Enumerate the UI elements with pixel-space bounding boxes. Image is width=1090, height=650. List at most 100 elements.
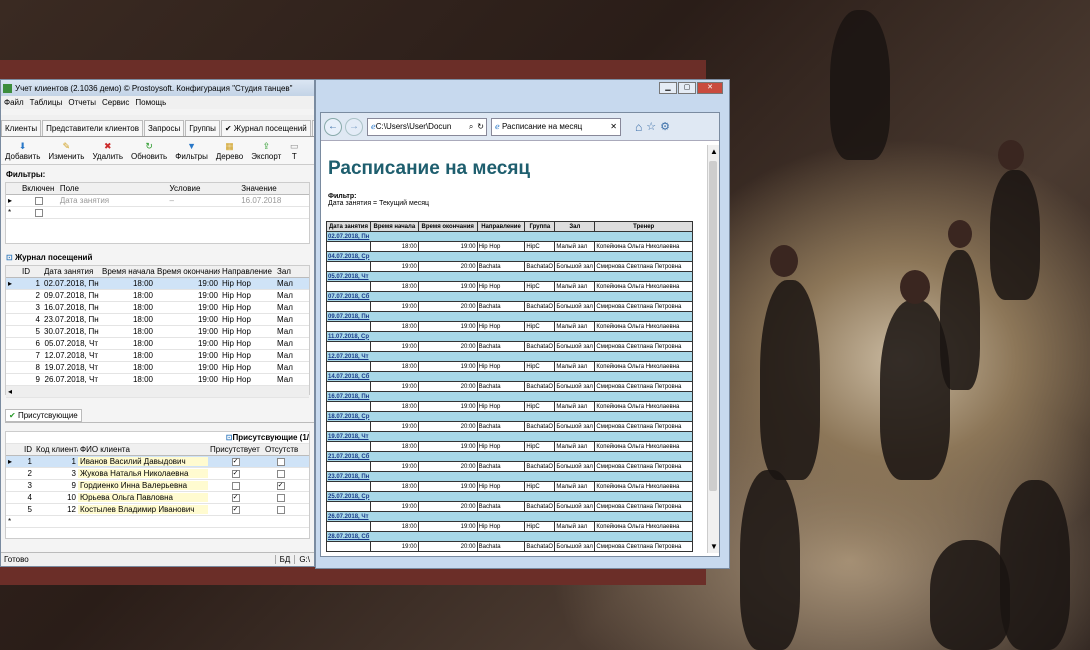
refresh-icon[interactable]: ↻: [475, 122, 486, 131]
т-button[interactable]: ▭ Т: [285, 141, 303, 161]
экспорт-button[interactable]: ⇪ Экспорт: [247, 141, 285, 161]
absent-checkbox[interactable]: ✓: [276, 481, 285, 490]
journal-col[interactable]: Время начала: [100, 267, 155, 276]
absent-checkbox[interactable]: [276, 469, 285, 478]
present-checkbox[interactable]: ✓: [231, 505, 240, 514]
absent-checkbox[interactable]: [276, 505, 285, 514]
journal-col[interactable]: ID: [20, 267, 42, 276]
tab-3[interactable]: Группы: [185, 120, 220, 136]
table-cell: 1: [71, 457, 76, 466]
table-row[interactable]: 9 26.07.2018, Чт 18:00 19:00 Hip Hop Маль: [6, 374, 309, 386]
toolbar-label: Дерево: [215, 151, 244, 161]
schedule-cell: Большой зал: [554, 501, 596, 512]
дерево-button[interactable]: ▦ Дерево: [212, 141, 247, 161]
обновить-button[interactable]: ↻ Обновить: [127, 141, 171, 161]
menu-item[interactable]: Помощь: [132, 98, 169, 107]
tab-4[interactable]: ✔ Журнал посещений: [220, 120, 311, 136]
menu-item[interactable]: Файл: [1, 98, 27, 107]
horizontal-scrollbar[interactable]: ◂: [6, 386, 309, 398]
present-checkbox[interactable]: [231, 481, 240, 490]
удалить-button[interactable]: ✖ Удалить: [88, 141, 127, 161]
journal-col[interactable]: Зал: [275, 267, 293, 276]
filter-row[interactable]: ▸ Дата занятия –16.07.2018: [6, 195, 309, 207]
schedule-cell: Копейкина Ольга Николаевна: [594, 441, 693, 452]
close-icon[interactable]: ✕: [697, 82, 723, 94]
maximize-icon[interactable]: ▢: [678, 82, 696, 94]
home-icon[interactable]: ⌂: [635, 120, 642, 134]
present-checkbox[interactable]: ✓: [231, 457, 240, 466]
table-row[interactable]: 7 12.07.2018, Чт 18:00 19:00 Hip Hop Маль: [6, 350, 309, 362]
back-icon[interactable]: ←: [324, 117, 342, 136]
table-cell: 12.07.2018, Чт: [44, 351, 98, 360]
schedule-row: 18:00 19:00 Hip Hop HipC Малый зал Копейкина …: [326, 441, 693, 452]
tab-present[interactable]: ✔ Присутсвующие: [5, 409, 82, 422]
day-group-row: 14.07.2018, Сб: [326, 371, 693, 382]
фильтры-button[interactable]: ▼ Фильтры: [171, 141, 212, 161]
absent-checkbox[interactable]: [276, 457, 285, 466]
new-filter-checkbox[interactable]: [35, 208, 43, 217]
table-row[interactable]: 3 9 Гордиенко Инна Валерьевна ✓: [6, 480, 309, 492]
report-col: Направление: [476, 221, 526, 232]
status-bar: Готово БД G:\: [1, 552, 314, 566]
table-row[interactable]: 3 16.07.2018, Пн 18:00 19:00 Hip Hop Маль: [6, 302, 309, 314]
tab-1[interactable]: Представители клиентов: [42, 120, 143, 136]
изменить-button[interactable]: ✎ Изменить: [44, 141, 88, 161]
forward-icon[interactable]: →: [345, 117, 363, 136]
filter-value[interactable]: 16.07.2018: [239, 196, 309, 205]
schedule-row: 19:00 20:00 Bachata BachataO Большой зал Смир…: [326, 381, 693, 392]
present-checkbox[interactable]: ✓: [231, 493, 240, 502]
menu-item[interactable]: Сервис: [99, 98, 132, 107]
tab-0[interactable]: Клиенты: [1, 120, 42, 136]
address-bar[interactable]: ℯ C:\Users\User\Docun ⌕ ↻: [367, 117, 487, 136]
present-col[interactable]: Присутствует: [208, 445, 263, 454]
scroll-left-icon[interactable]: ◂: [6, 387, 14, 396]
table-cell: 05.07.2018, Чт: [44, 339, 98, 348]
present-col[interactable]: Код клиента: [34, 445, 78, 454]
settings-icon[interactable]: ⚙: [660, 120, 670, 133]
table-row[interactable]: 2 3 Жукова Наталья Николаевна ✓: [6, 468, 309, 480]
menu-item[interactable]: Таблицы: [27, 98, 66, 107]
minimize-icon[interactable]: ▁: [659, 82, 677, 94]
table-cell: 12: [67, 505, 76, 514]
day-group-row: 23.07.2018, Пн: [326, 471, 693, 482]
search-icon[interactable]: ⌕: [467, 122, 475, 132]
menu-item[interactable]: Отчеты: [65, 98, 99, 107]
vertical-scrollbar[interactable]: ▲ ▼: [707, 145, 719, 553]
table-row[interactable]: 8 19.07.2018, Чт 18:00 19:00 Hip Hop Маль: [6, 362, 309, 374]
table-row[interactable]: 4 10 Юрьева Ольга Павловна ✓: [6, 492, 309, 504]
present-col[interactable]: ID: [20, 445, 34, 454]
journal-col[interactable]: Дата занятия: [42, 267, 100, 276]
schedule-cell: 18:00: [369, 481, 419, 492]
tab-2[interactable]: Запросы: [143, 120, 185, 136]
present-col[interactable]: Отсутств: [263, 445, 298, 454]
browser-tab[interactable]: ℯ Расписание на месяц ✕: [491, 117, 621, 136]
table-row[interactable]: 5 30.07.2018, Пн 18:00 19:00 Hip Hop Маль: [6, 326, 309, 338]
table-cell: Маль: [277, 291, 293, 300]
journal-col[interactable]: Направление: [220, 267, 275, 276]
schedule-cell: Малый зал: [554, 521, 596, 532]
table-row[interactable]: ▸ 1 1 Иванов Василий Давыдович ✓: [6, 456, 309, 468]
filter-field[interactable]: Дата занятия: [58, 196, 168, 205]
journal-col[interactable]: Время окончания: [155, 267, 220, 276]
scroll-up-icon[interactable]: ▲: [710, 147, 718, 156]
добавить-button[interactable]: ⬇ Добавить: [1, 141, 44, 161]
table-row[interactable]: 5 12 Костылев Владимир Иванович ✓: [6, 504, 309, 516]
table-row[interactable]: ▸102.07.2018, Пн18:0019:00Hip HopМаль: [6, 278, 309, 290]
filter-col-value: Значение: [241, 184, 277, 193]
schedule-cell: Смирнова Светлана Петровна: [594, 301, 693, 312]
scroll-down-icon[interactable]: ▼: [710, 542, 718, 551]
absent-checkbox[interactable]: [276, 493, 285, 502]
filter-condition[interactable]: –: [167, 196, 239, 205]
filter-enabled-checkbox[interactable]: [34, 196, 43, 205]
present-col[interactable]: ФИО клиента: [78, 445, 208, 454]
table-row[interactable]: 2 09.07.2018, Пн 18:00 19:00 Hip Hop Маль: [6, 290, 309, 302]
table-row[interactable]: 4 23.07.2018, Пн 18:00 19:00 Hip Hop Маль: [6, 314, 309, 326]
present-checkbox[interactable]: ✓: [231, 469, 240, 478]
tab-close-icon[interactable]: ✕: [610, 122, 617, 131]
day-label: 16.07.2018, Пн: [326, 391, 693, 402]
table-row[interactable]: 6 05.07.2018, Чт 18:00 19:00 Hip Hop Маль: [6, 338, 309, 350]
table-cell: Маль: [277, 375, 293, 384]
favorites-icon[interactable]: ☆: [646, 120, 656, 133]
scroll-thumb[interactable]: [709, 161, 717, 491]
schedule-table: Дата занятия Время начала Время окончания Н…: [326, 221, 693, 552]
